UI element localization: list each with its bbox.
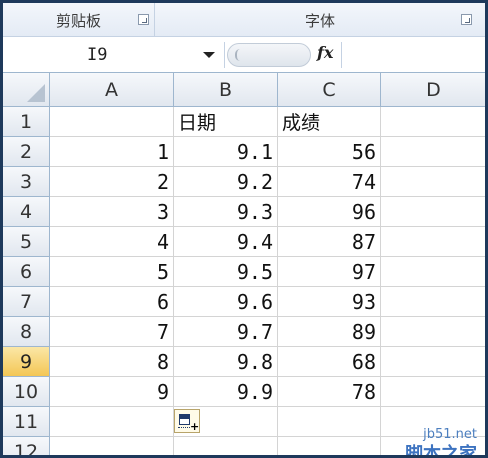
cell-d3[interactable]	[381, 167, 485, 197]
cell-d8[interactable]	[381, 317, 485, 347]
cell-a1[interactable]	[50, 107, 174, 137]
cell-b2[interactable]: 9.1	[174, 137, 278, 167]
cell-d9[interactable]	[381, 347, 485, 377]
name-box-dropdown-icon[interactable]	[203, 52, 215, 58]
cell-d2[interactable]	[381, 137, 485, 167]
cell-c6[interactable]: 97	[278, 257, 381, 287]
column-header-c[interactable]: C	[278, 73, 381, 107]
ribbon-group-clipboard: 剪贴板	[3, 3, 155, 37]
cell-a10[interactable]: 9	[50, 377, 174, 407]
cell-b4[interactable]: 9.3	[174, 197, 278, 227]
cell-d1[interactable]	[381, 107, 485, 137]
cell-b10[interactable]: 9.9	[174, 377, 278, 407]
formula-buttons	[227, 43, 311, 67]
cell-d6[interactable]	[381, 257, 485, 287]
row-header-10[interactable]: 10	[3, 377, 50, 407]
clipboard-dialog-launcher-icon[interactable]	[138, 14, 149, 25]
cell-c5[interactable]: 87	[278, 227, 381, 257]
row-header-4[interactable]: 4	[3, 197, 50, 227]
cell-b6[interactable]: 9.5	[174, 257, 278, 287]
font-dialog-launcher-icon[interactable]	[461, 14, 472, 25]
resize-grip-icon[interactable]	[235, 49, 245, 61]
excel-window: 剪贴板 字体 I9 fx A B C D 1 日期 成绩 2 1 9.1 56 3 2 9.2 74 4 3 9.…	[3, 3, 485, 455]
column-header-b[interactable]: B	[174, 73, 278, 107]
select-all-button[interactable]	[3, 73, 50, 107]
cell-a8[interactable]: 7	[50, 317, 174, 347]
row-header-3[interactable]: 3	[3, 167, 50, 197]
cell-c1[interactable]: 成绩	[278, 107, 381, 137]
cell-a12[interactable]	[50, 437, 174, 455]
worksheet-grid: A B C D 1 日期 成绩 2 1 9.1 56 3 2 9.2 74 4 3 9.3 96 5 4 9.4 87 6 5 9…	[3, 73, 485, 455]
cell-d7[interactable]	[381, 287, 485, 317]
cell-d4[interactable]	[381, 197, 485, 227]
watermark-name: 脚本之家	[405, 444, 477, 455]
column-header-a[interactable]: A	[50, 73, 174, 107]
cell-b3[interactable]: 9.2	[174, 167, 278, 197]
dotted-line-icon	[178, 427, 190, 429]
cell-b8[interactable]: 9.7	[174, 317, 278, 347]
row-header-8[interactable]: 8	[3, 317, 50, 347]
cell-d5[interactable]	[381, 227, 485, 257]
cell-a5[interactable]: 4	[50, 227, 174, 257]
cell-c2[interactable]: 56	[278, 137, 381, 167]
cell-c10[interactable]: 78	[278, 377, 381, 407]
cell-c9[interactable]: 68	[278, 347, 381, 377]
cell-c4[interactable]: 96	[278, 197, 381, 227]
cell-b1[interactable]: 日期	[174, 107, 278, 137]
cell-c12[interactable]	[278, 437, 381, 455]
cell-d10[interactable]	[381, 377, 485, 407]
plus-icon: +	[190, 420, 200, 433]
cell-c3[interactable]: 74	[278, 167, 381, 197]
column-header-d[interactable]: D	[381, 73, 485, 107]
auto-fill-icon	[179, 414, 190, 425]
cell-c8[interactable]: 89	[278, 317, 381, 347]
cell-a11[interactable]	[50, 407, 174, 437]
name-box[interactable]: I9	[3, 42, 225, 68]
row-header-9[interactable]: 9	[3, 347, 50, 377]
row-header-5[interactable]: 5	[3, 227, 50, 257]
cell-b5[interactable]: 9.4	[174, 227, 278, 257]
clipboard-group-label: 剪贴板	[55, 11, 101, 30]
row-header-7[interactable]: 7	[3, 287, 50, 317]
font-group-label: 字体	[304, 11, 335, 30]
row-header-11[interactable]: 11	[3, 407, 50, 437]
cell-c11[interactable]	[278, 407, 381, 437]
cell-c7[interactable]: 93	[278, 287, 381, 317]
ribbon-group-labels: 剪贴板 字体	[3, 3, 485, 37]
cell-a9[interactable]: 8	[50, 347, 174, 377]
cell-b12[interactable]	[174, 437, 278, 455]
insert-function-icon[interactable]: fx	[317, 43, 333, 62]
cell-a6[interactable]: 5	[50, 257, 174, 287]
cell-a3[interactable]: 2	[50, 167, 174, 197]
ribbon-group-font: 字体	[155, 3, 485, 37]
cell-b9[interactable]: 9.8	[174, 347, 278, 377]
cell-a4[interactable]: 3	[50, 197, 174, 227]
formula-bar: I9 fx	[3, 37, 485, 73]
row-header-6[interactable]: 6	[3, 257, 50, 287]
cell-a2[interactable]: 1	[50, 137, 174, 167]
row-header-1[interactable]: 1	[3, 107, 50, 137]
row-header-2[interactable]: 2	[3, 137, 50, 167]
formula-input[interactable]	[341, 42, 485, 68]
auto-fill-options-button[interactable]: +	[174, 409, 200, 433]
cell-a7[interactable]: 6	[50, 287, 174, 317]
cell-b7[interactable]: 9.6	[174, 287, 278, 317]
row-header-12[interactable]: 12	[3, 437, 50, 455]
name-box-value: I9	[87, 45, 108, 65]
